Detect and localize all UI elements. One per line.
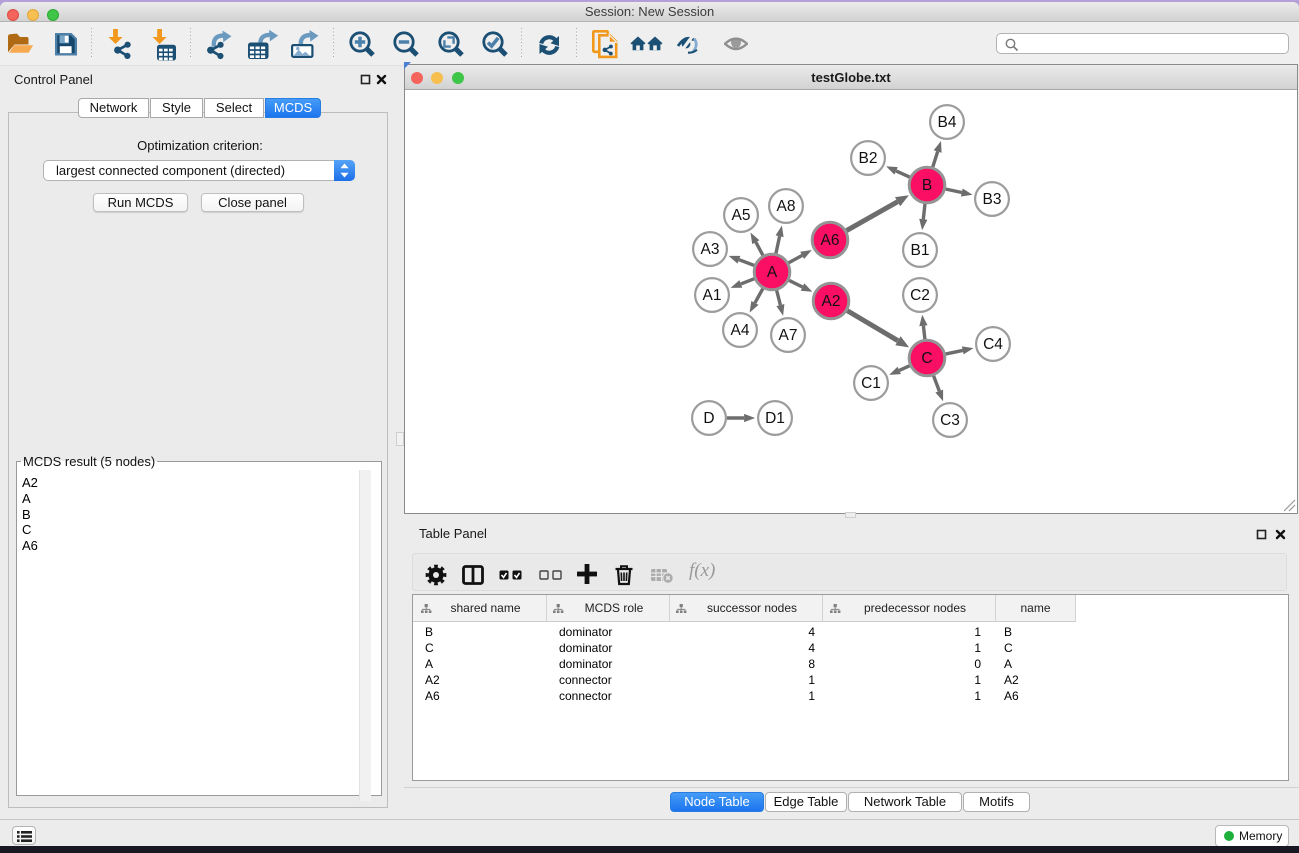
svg-text:D1: D1 [765, 410, 785, 427]
svg-text:C2: C2 [910, 287, 930, 304]
svg-text:A: A [767, 264, 778, 281]
svg-text:B: B [922, 177, 932, 194]
svg-text:A3: A3 [701, 241, 720, 258]
svg-text:A6: A6 [821, 232, 840, 249]
svg-text:A5: A5 [732, 207, 751, 224]
svg-text:A2: A2 [822, 293, 841, 310]
svg-text:A8: A8 [777, 198, 796, 215]
svg-text:C4: C4 [983, 336, 1003, 353]
svg-text:C: C [921, 350, 932, 367]
svg-text:B3: B3 [983, 191, 1002, 208]
svg-text:A4: A4 [731, 322, 750, 339]
svg-text:B2: B2 [859, 150, 878, 167]
svg-text:A1: A1 [703, 287, 722, 304]
svg-text:C3: C3 [940, 412, 960, 429]
svg-text:C1: C1 [861, 375, 881, 392]
svg-text:B4: B4 [938, 114, 957, 131]
svg-text:A7: A7 [779, 327, 798, 344]
svg-text:D: D [703, 410, 714, 427]
svg-text:B1: B1 [911, 242, 930, 259]
